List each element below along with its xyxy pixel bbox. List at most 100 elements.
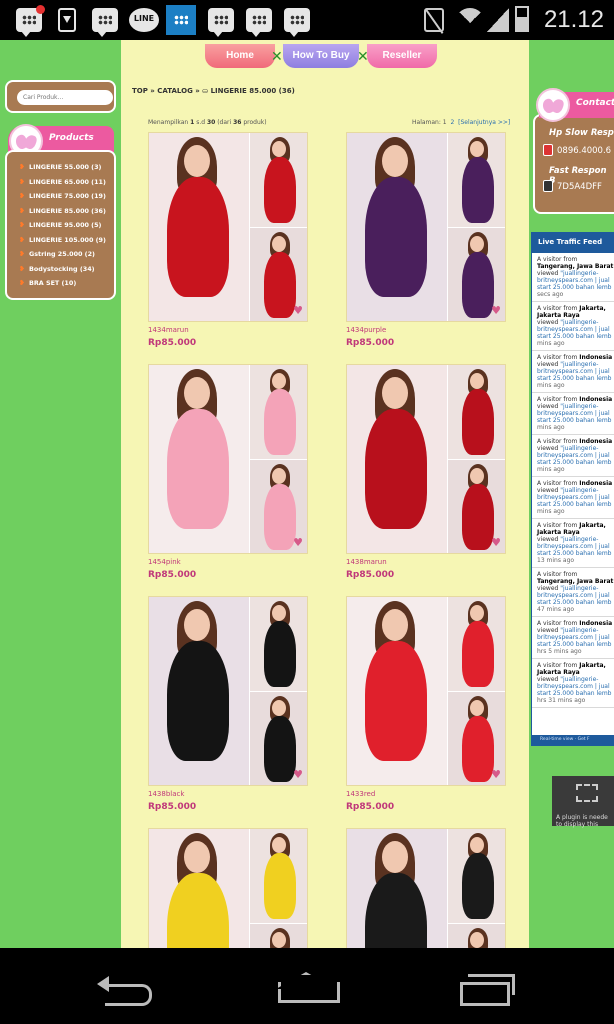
visit-time: mins ago <box>537 382 565 389</box>
visit-prefix: A visitor from <box>537 571 578 578</box>
product-name-link[interactable]: 1433red <box>346 790 375 798</box>
product-price: Rp85.000 <box>346 570 395 580</box>
visit-viewed: viewed <box>537 319 561 326</box>
visit-viewed: viewed <box>537 361 561 368</box>
bbm-active-icon[interactable] <box>166 5 196 35</box>
category-link[interactable]: LINGERIE 75.000 (19) <box>19 191 106 206</box>
product-photo-thumb <box>447 829 505 924</box>
product-name-link[interactable]: 1438black <box>148 790 184 798</box>
product-name-link[interactable]: 1434marun <box>148 326 189 334</box>
bow-icon: ✕ <box>271 49 283 65</box>
page-2-link[interactable]: 2 <box>450 119 454 126</box>
breadcrumb-top-link[interactable]: TOP <box>132 87 148 95</box>
phone-icon <box>543 144 553 156</box>
visit-prefix: A visitor from <box>537 438 580 445</box>
product-photo[interactable]: ♥ <box>346 364 506 554</box>
line-label: LINE <box>133 14 155 23</box>
bbm-icon[interactable] <box>16 5 45 37</box>
search-widget <box>5 80 116 113</box>
visit-viewed: viewed <box>537 627 561 634</box>
status-bar: LINE 21.12 <box>0 0 614 40</box>
product-name-link[interactable]: 1434purple <box>346 326 386 334</box>
visit-entry: A visitor from Tangerang, Jawa Barat view… <box>532 568 614 617</box>
product-photo[interactable]: ♥ <box>148 596 308 786</box>
product-card[interactable]: ♥ 1434marun Rp85.000 <box>148 132 308 362</box>
back-icon[interactable] <box>95 968 159 1008</box>
product-photo-thumb <box>249 133 307 228</box>
category-list: LINGERIE 55.000 (3)LINGERIE 65.000 (11)L… <box>19 162 106 293</box>
visit-prefix: A visitor from <box>537 620 580 627</box>
product-name-link[interactable]: 1438marun <box>346 558 387 566</box>
pagination: Halaman: 1 2 [Selanjutnya >>] <box>412 119 510 126</box>
product-card[interactable]: ♥ 1454pink Rp85.000 <box>148 364 308 594</box>
product-photo[interactable]: ♥ <box>148 132 308 322</box>
butterfly-icon <box>536 88 570 122</box>
bbm-icon[interactable] <box>92 8 118 37</box>
category-link[interactable]: Gstring 25.000 (2) <box>19 249 106 264</box>
product-photo-thumb <box>447 597 505 692</box>
page-1-current: 1 <box>442 119 447 126</box>
breadcrumb-catalog-link[interactable]: CATALOG <box>157 87 193 95</box>
product-card[interactable]: ♥ 1438black Rp85.000 <box>148 596 308 826</box>
visit-prefix: A visitor from <box>537 354 580 361</box>
product-photo-main <box>149 597 249 785</box>
visit-location: Tangerang, Jawa Barat <box>537 263 614 270</box>
product-photo[interactable]: ♥ <box>346 596 506 786</box>
category-link[interactable]: LINGERIE 105.000 (9) <box>19 235 106 250</box>
visit-prefix: A visitor from <box>537 522 580 529</box>
bbm-icon[interactable] <box>208 8 234 37</box>
sms-label: Hp Slow Resp <box>549 128 614 138</box>
heart-watermark-icon: ♥ <box>293 768 303 781</box>
visit-prefix: A visitor from <box>537 396 580 403</box>
visit-prefix: A visitor from <box>537 305 580 312</box>
heart-watermark-icon: ♥ <box>293 536 303 549</box>
category-link[interactable]: LINGERIE 85.000 (36) <box>19 206 106 221</box>
product-name-link[interactable]: 1454pink <box>148 558 181 566</box>
visit-entry: A visitor from Jakarta, Jakarta Raya view… <box>532 659 614 708</box>
plugin-placeholder[interactable]: A plugin is neede to display this <box>552 776 614 828</box>
recent-apps-icon[interactable] <box>460 968 516 1008</box>
home-icon[interactable] <box>276 968 340 1008</box>
product-photo-main <box>347 365 447 553</box>
download-icon[interactable] <box>58 8 76 32</box>
product-card[interactable]: ♥ 1433red Rp85.000 <box>346 596 506 826</box>
folder-icon: ⛀ <box>202 87 211 95</box>
search-input[interactable] <box>17 90 113 105</box>
nav-home-button[interactable]: Home <box>205 44 275 68</box>
visit-entry: A visitor from Indonesia viewed "jualling… <box>532 393 614 435</box>
visit-entry: A visitor from Tangerang, Jawa Barat view… <box>532 253 614 302</box>
product-photo-main <box>149 133 249 321</box>
product-card[interactable]: ♥ 1434purple Rp85.000 <box>346 132 506 362</box>
category-link[interactable]: BRA SET (10) <box>19 278 106 293</box>
sms-number[interactable]: 0896.4000.6 <box>557 146 611 156</box>
nav-reseller-button[interactable]: Reseller <box>367 44 437 68</box>
category-link[interactable]: LINGERIE 65.000 (11) <box>19 177 106 192</box>
result-of-suffix: produk) <box>241 119 267 126</box>
line-icon[interactable]: LINE <box>129 8 159 32</box>
live-traffic-footer[interactable]: Real-time view · Get F <box>532 735 614 745</box>
visit-viewed: viewed <box>537 445 561 452</box>
breadcrumb-separator: » <box>147 87 158 95</box>
nav-how-to-buy-button[interactable]: How To Buy <box>283 44 359 68</box>
visit-location: Indonesia <box>579 620 613 627</box>
bbm-icon[interactable] <box>284 8 310 37</box>
visit-location: Indonesia <box>579 354 613 361</box>
product-photo[interactable]: ♥ <box>148 364 308 554</box>
category-link[interactable]: LINGERIE 55.000 (3) <box>19 162 106 177</box>
product-card[interactable]: ♥ 1438marun Rp85.000 <box>346 364 506 594</box>
heart-watermark-icon: ♥ <box>491 768 501 781</box>
category-link[interactable]: Bodystocking (34) <box>19 264 106 279</box>
bb-pin[interactable]: 7D5A4DFF <box>557 182 602 192</box>
visit-viewed: viewed <box>537 585 561 592</box>
breadcrumb-current: LINGERIE 85.000 (36) <box>210 87 295 95</box>
product-photo[interactable]: ♥ <box>346 132 506 322</box>
bbm-icon[interactable] <box>246 8 272 37</box>
visit-location: Indonesia <box>579 480 613 487</box>
next-page-link[interactable]: [Selanjutnya >>] <box>458 119 510 126</box>
category-link[interactable]: LINGERIE 95.000 (5) <box>19 220 106 235</box>
visit-viewed: viewed <box>537 270 561 277</box>
product-price: Rp85.000 <box>148 570 197 580</box>
blackberry-icon <box>543 180 553 192</box>
product-price: Rp85.000 <box>148 802 197 812</box>
signal-icon <box>487 8 509 32</box>
